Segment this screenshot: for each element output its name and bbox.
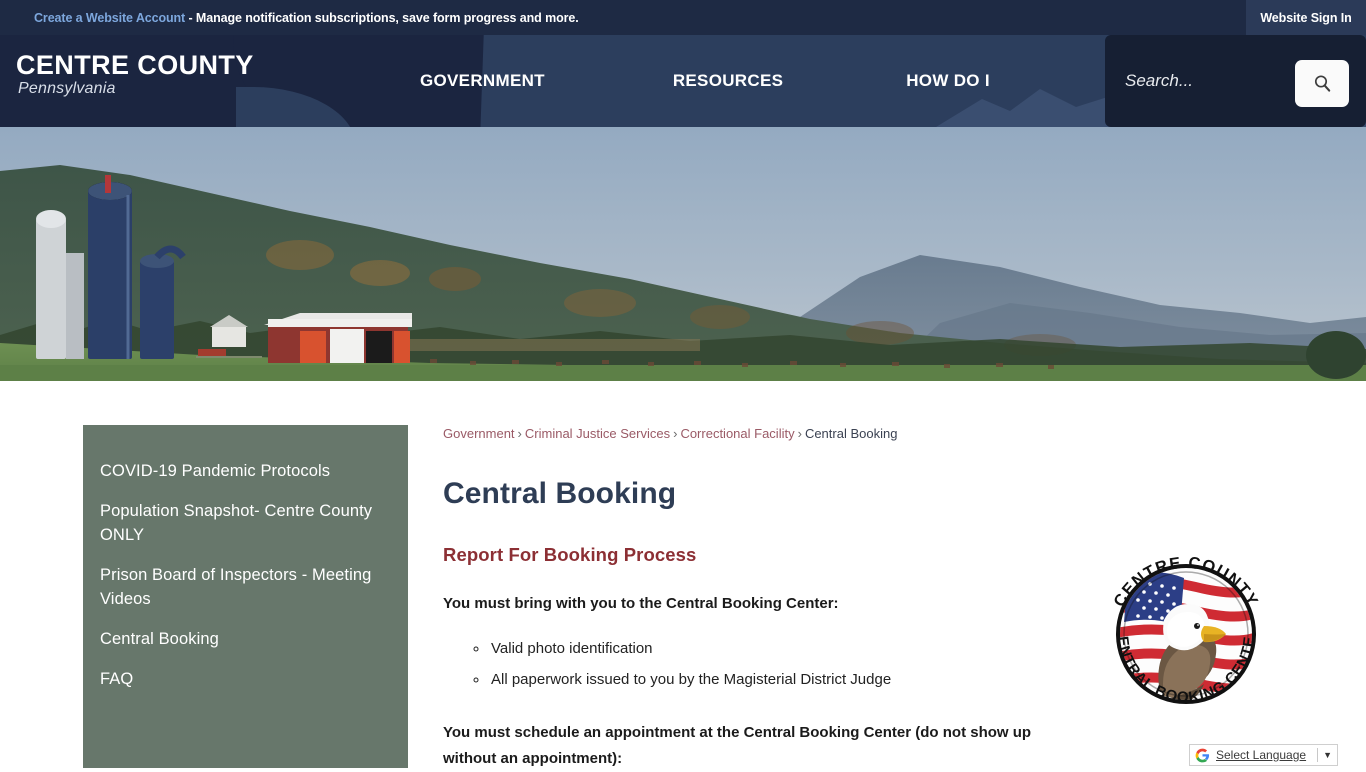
breadcrumb-link-criminal-justice-services[interactable]: Criminal Justice Services <box>525 426 670 441</box>
create-account-link[interactable]: Create a Website Account <box>34 11 185 25</box>
google-g-icon <box>1195 748 1210 762</box>
bring-list: Valid photo identification All paperwork… <box>489 633 1063 695</box>
page-body: COVID-19 Pandemic Protocols Population S… <box>0 381 1366 768</box>
seal-icon: CENTRE COUNTY CENTRAL BOOKING CENTER <box>1092 533 1260 706</box>
section-sidebar: COVID-19 Pandemic Protocols Population S… <box>83 425 408 768</box>
search-panel <box>1105 35 1366 127</box>
utility-bar: Create a Website Account - Manage notifi… <box>0 0 1366 35</box>
sidebar-item-covid-19-pandemic-protocols[interactable]: COVID-19 Pandemic Protocols <box>83 451 408 491</box>
breadcrumb-separator: › <box>673 426 678 441</box>
nav-item-resources[interactable]: RESOURCES <box>673 71 783 91</box>
page-title: Central Booking <box>443 477 677 510</box>
list-item: Valid photo identification <box>489 633 1063 664</box>
breadcrumb-current: Central Booking <box>804 426 898 441</box>
search-button[interactable] <box>1295 60 1349 107</box>
breadcrumb-separator: › <box>517 426 522 441</box>
breadcrumb: Government › Criminal Justice Services › Cor… <box>443 425 1063 443</box>
search-input[interactable] <box>1125 61 1300 101</box>
sidebar-item-faq[interactable]: FAQ <box>83 659 408 699</box>
utility-message: Create a Website Account - Manage notifi… <box>0 11 579 25</box>
list-item: All paperwork issued to you by the Magis… <box>489 664 1063 695</box>
main-content: Government › Criminal Justice Services › Cor… <box>443 425 1063 772</box>
site-logo[interactable]: CENTRE COUNTY Pennsylvania <box>16 51 254 98</box>
logo-subtitle: Pennsylvania <box>18 80 116 98</box>
logo-title: CENTRE COUNTY <box>16 50 254 80</box>
sidebar-item-population-snapshot[interactable]: Population Snapshot- Centre County ONLY <box>83 491 408 555</box>
breadcrumb-link-government[interactable]: Government <box>443 426 515 441</box>
main-navigation: GOVERNMENT RESOURCES HOW DO I <box>420 35 990 127</box>
section-heading-report-for-booking-process: Report For Booking Process <box>443 544 697 565</box>
translate-select-language-label[interactable]: Select Language <box>1210 748 1312 762</box>
translate-divider <box>1317 748 1319 762</box>
utility-message-text: - Manage notification subscriptions, sav… <box>185 10 579 25</box>
nav-item-how-do-i[interactable]: HOW DO I <box>906 71 990 91</box>
breadcrumb-link-correctional-facility[interactable]: Correctional Facility <box>680 426 794 441</box>
hero-banner <box>0 127 1366 381</box>
chevron-down-icon[interactable]: ▼ <box>1323 750 1332 760</box>
nav-item-government[interactable]: GOVERNMENT <box>420 71 545 91</box>
google-translate-widget[interactable]: Select Language ▼ <box>1189 744 1338 766</box>
central-booking-seal: CENTRE COUNTY CENTRAL BOOKING CENTER <box>1092 533 1274 722</box>
website-sign-in-button[interactable]: Website Sign In <box>1246 0 1366 35</box>
breadcrumb-separator: › <box>797 426 802 441</box>
hero-image <box>0 127 1366 381</box>
sidebar-item-prison-board-of-inspectors[interactable]: Prison Board of Inspectors - Meeting Vid… <box>83 555 408 619</box>
search-icon <box>1314 75 1330 92</box>
bring-intro-text: You must bring with you to the Central B… <box>443 595 839 612</box>
sidebar-item-central-booking[interactable]: Central Booking <box>83 619 408 659</box>
appointment-text: You must schedule an appointment at the … <box>443 724 1032 767</box>
